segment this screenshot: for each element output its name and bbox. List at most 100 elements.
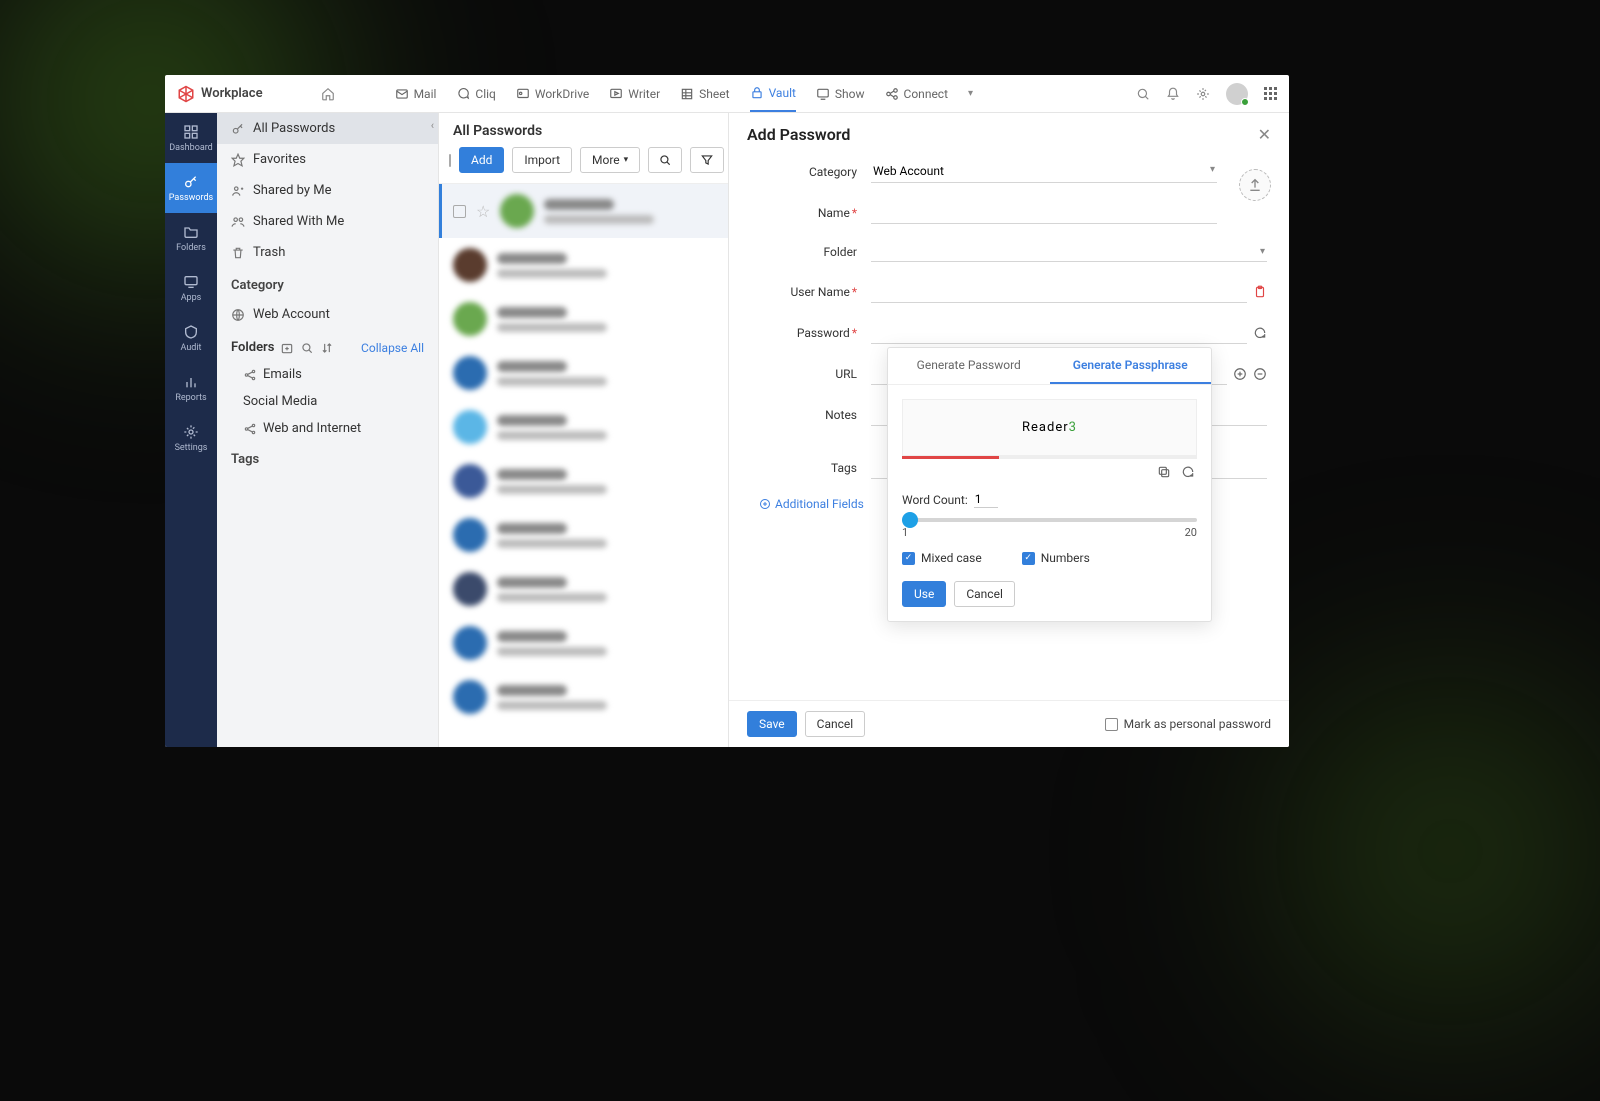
tree-trash[interactable]: Trash <box>217 237 438 268</box>
password-row[interactable] <box>439 292 728 346</box>
collapse-sidebar-icon[interactable]: ‹ <box>431 119 434 132</box>
tab-writer[interactable]: Writer <box>609 87 660 101</box>
add-folder-icon[interactable] <box>280 341 294 355</box>
password-list: All Passwords Add Import More ▾ ☆ <box>439 113 729 747</box>
name-input[interactable] <box>871 201 1217 224</box>
tab-connect[interactable]: Connect <box>885 87 948 101</box>
apps-grid-icon[interactable] <box>1264 87 1277 100</box>
tree-shared-by-me[interactable]: Shared by Me <box>217 175 438 206</box>
tab-generate-passphrase[interactable]: Generate Passphrase <box>1050 348 1212 384</box>
more-button[interactable]: More ▾ <box>580 147 640 173</box>
password-row[interactable] <box>439 346 728 400</box>
row-avatar <box>453 410 487 444</box>
numbers-checkbox[interactable]: ✓Numbers <box>1022 551 1090 565</box>
password-input[interactable] <box>871 321 1247 344</box>
bell-icon[interactable] <box>1166 87 1180 101</box>
row-avatar <box>453 248 487 282</box>
mark-personal-checkbox[interactable]: Mark as personal password <box>1105 717 1271 731</box>
tab-cliq[interactable]: Cliq <box>456 87 495 101</box>
close-icon[interactable]: ✕ <box>1258 125 1271 144</box>
password-row[interactable]: ☆ <box>439 184 728 238</box>
add-url-icon[interactable] <box>1233 367 1247 381</box>
list-title: All Passwords <box>439 113 728 147</box>
password-row[interactable] <box>439 454 728 508</box>
word-count-label: Word Count: <box>902 493 968 507</box>
remove-url-icon[interactable] <box>1253 367 1267 381</box>
star-icon[interactable]: ☆ <box>476 202 490 221</box>
generate-popover: Generate Password Generate Passphrase Re… <box>887 347 1212 622</box>
tab-show[interactable]: Show <box>816 87 865 101</box>
mixed-case-checkbox[interactable]: ✓Mixed case <box>902 551 982 565</box>
label-category: Category <box>751 165 871 179</box>
password-row[interactable] <box>439 562 728 616</box>
save-button[interactable]: Save <box>747 711 797 737</box>
word-count-input[interactable] <box>974 491 998 508</box>
search-folder-icon[interactable] <box>300 341 314 355</box>
tree-tags-header: Tags <box>217 442 438 473</box>
cancel-button[interactable]: Cancel <box>805 711 866 737</box>
rail-folders[interactable]: Folders <box>165 213 217 263</box>
folder-emails[interactable]: Emails <box>217 361 438 388</box>
folder-select[interactable]: ▾ <box>871 242 1267 262</box>
tree-web-account[interactable]: Web Account <box>217 299 438 330</box>
nav-rail: Dashboard Passwords Folders Apps Audit R… <box>165 113 217 747</box>
category-select[interactable]: Web Account▾ <box>871 160 1217 183</box>
sort-folders-icon[interactable] <box>320 341 334 355</box>
topbar: Workplace Mail Cliq WorkDrive Writer She… <box>165 75 1289 113</box>
password-row[interactable] <box>439 670 728 724</box>
tree-category-header: Category <box>217 268 438 299</box>
rail-passwords[interactable]: Passwords <box>165 163 217 213</box>
gear-icon[interactable] <box>1196 87 1210 101</box>
chevron-down-icon: ▾ <box>1260 246 1265 257</box>
rail-apps[interactable]: Apps <box>165 263 217 313</box>
search-icon <box>658 153 672 167</box>
username-input[interactable] <box>871 280 1247 303</box>
row-checkbox[interactable] <box>453 205 466 218</box>
search-icon[interactable] <box>1136 87 1150 101</box>
list-filter-button[interactable] <box>690 147 724 173</box>
rail-audit[interactable]: Audit <box>165 313 217 363</box>
add-password-panel: Add Password ✕ Category Web Account▾ Nam… <box>729 113 1289 747</box>
row-avatar <box>453 356 487 390</box>
clipboard-icon[interactable] <box>1253 285 1267 299</box>
generated-value: Reader3 <box>902 399 1197 456</box>
rail-dashboard[interactable]: Dashboard <box>165 113 217 163</box>
import-button[interactable]: Import <box>512 147 572 173</box>
tab-workdrive[interactable]: WorkDrive <box>516 87 589 101</box>
home-icon[interactable] <box>321 87 335 101</box>
add-button[interactable]: Add <box>459 147 504 173</box>
label-tags: Tags <box>751 461 871 475</box>
tree-favorites[interactable]: Favorites <box>217 144 438 175</box>
sidebar-tree: ‹ All Passwords Favorites Shared by Me S… <box>217 113 439 747</box>
tab-more[interactable]: ▾ <box>968 88 973 99</box>
tree-shared-with-me[interactable]: Shared With Me <box>217 206 438 237</box>
tab-mail[interactable]: Mail <box>395 87 437 101</box>
password-row[interactable] <box>439 238 728 292</box>
password-row[interactable] <box>439 508 728 562</box>
row-avatar <box>453 680 487 714</box>
generate-icon[interactable] <box>1253 326 1267 340</box>
tab-generate-password[interactable]: Generate Password <box>888 348 1050 384</box>
user-avatar[interactable] <box>1226 83 1248 105</box>
folder-web-internet[interactable]: Web and Internet <box>217 415 438 442</box>
copy-icon[interactable] <box>1157 465 1171 479</box>
select-all-checkbox[interactable] <box>449 154 451 167</box>
collapse-all-link[interactable]: Collapse All <box>361 341 424 355</box>
plus-circle-icon <box>759 498 771 510</box>
use-button[interactable]: Use <box>902 581 946 607</box>
password-row[interactable] <box>439 400 728 454</box>
label-notes: Notes <box>751 408 871 422</box>
tab-vault[interactable]: Vault <box>750 86 796 112</box>
list-search-button[interactable] <box>648 147 682 173</box>
folder-social[interactable]: Social Media <box>217 388 438 415</box>
tab-sheet[interactable]: Sheet <box>680 87 729 101</box>
tree-folders-header: Folders <box>231 340 274 355</box>
word-count-slider[interactable] <box>902 518 1197 522</box>
slider-thumb[interactable] <box>902 512 918 528</box>
rail-reports[interactable]: Reports <box>165 363 217 413</box>
rail-settings[interactable]: Settings <box>165 413 217 463</box>
password-row[interactable] <box>439 616 728 670</box>
tree-all-passwords[interactable]: All Passwords <box>217 113 438 144</box>
regenerate-icon[interactable] <box>1181 465 1195 479</box>
popover-cancel-button[interactable]: Cancel <box>954 581 1015 607</box>
